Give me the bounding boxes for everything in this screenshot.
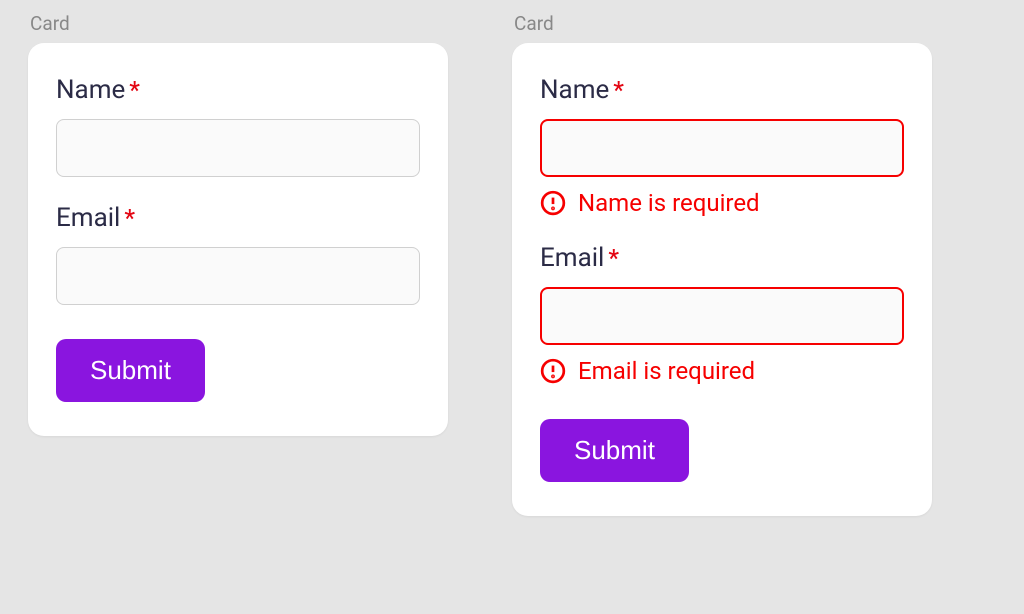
required-indicator: * bbox=[608, 244, 619, 272]
alert-circle-icon bbox=[540, 190, 566, 216]
submit-button[interactable]: Submit bbox=[540, 419, 689, 482]
alert-circle-icon bbox=[540, 358, 566, 384]
error-message-row: Name is required bbox=[540, 189, 904, 217]
form-group-email: Email * bbox=[56, 203, 420, 305]
error-message-row: Email is required bbox=[540, 357, 904, 385]
email-label: Email bbox=[540, 243, 604, 273]
required-indicator: * bbox=[124, 204, 135, 232]
email-error-text: Email is required bbox=[578, 357, 755, 385]
label-row: Email * bbox=[540, 243, 904, 273]
name-input[interactable] bbox=[540, 119, 904, 177]
form-group-name: Name * Name is required bbox=[540, 75, 904, 217]
name-label: Name bbox=[56, 75, 125, 105]
name-error-text: Name is required bbox=[578, 189, 760, 217]
label-row: Name * bbox=[540, 75, 904, 105]
card-title: Card bbox=[28, 12, 448, 35]
required-indicator: * bbox=[613, 76, 624, 104]
name-label: Name bbox=[540, 75, 609, 105]
card: Name * Name is required Email * bbox=[512, 43, 932, 516]
card: Name * Email * Submit bbox=[28, 43, 448, 436]
card-title: Card bbox=[512, 12, 932, 35]
form-group-email: Email * Email is required bbox=[540, 243, 904, 385]
card-column-left: Card Name * Email * Submit bbox=[28, 12, 448, 436]
label-row: Email * bbox=[56, 203, 420, 233]
email-label: Email bbox=[56, 203, 120, 233]
email-input[interactable] bbox=[56, 247, 420, 305]
name-input[interactable] bbox=[56, 119, 420, 177]
card-column-right: Card Name * Name is required Email * bbox=[512, 12, 932, 516]
form-group-name: Name * bbox=[56, 75, 420, 177]
email-input[interactable] bbox=[540, 287, 904, 345]
label-row: Name * bbox=[56, 75, 420, 105]
submit-button[interactable]: Submit bbox=[56, 339, 205, 402]
required-indicator: * bbox=[129, 76, 140, 104]
